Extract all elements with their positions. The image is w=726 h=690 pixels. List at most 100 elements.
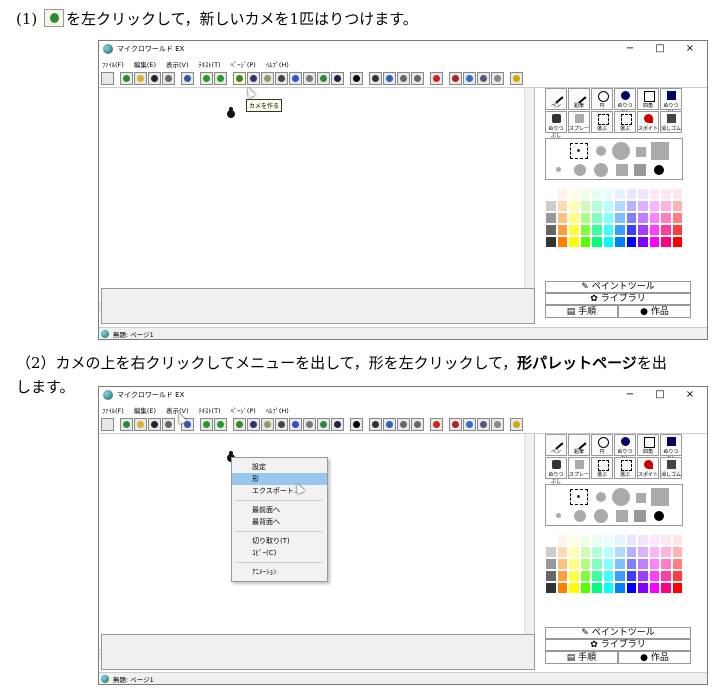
shapes-button[interactable] xyxy=(317,418,330,431)
undo-button[interactable] xyxy=(491,72,504,85)
palette-swatch[interactable] xyxy=(648,188,660,200)
brush-square[interactable] xyxy=(616,164,628,176)
select-arrow-button[interactable] xyxy=(350,418,363,431)
zoom-in-button[interactable] xyxy=(397,418,410,431)
palette-swatch[interactable] xyxy=(671,200,683,212)
menu-item-copy[interactable]: ｺﾋﾟｰ(C) xyxy=(232,547,327,559)
help-button[interactable] xyxy=(510,418,523,431)
menu-help[interactable]: ﾍﾙﾌﾟ(H) xyxy=(266,59,289,69)
palette-swatch[interactable] xyxy=(602,534,614,546)
palette-swatch[interactable] xyxy=(625,200,637,212)
palette-swatch[interactable] xyxy=(602,558,614,570)
menu-text[interactable]: ﾃｷｽﾄ(T) xyxy=(199,59,221,69)
palette-swatch[interactable] xyxy=(637,558,649,570)
button-button[interactable] xyxy=(275,418,288,431)
palette-swatch[interactable] xyxy=(579,558,591,570)
pointer-tool-button[interactable] xyxy=(101,72,114,85)
palette-swatch[interactable] xyxy=(556,212,568,224)
palette-swatch[interactable] xyxy=(545,534,557,546)
drawing-canvas[interactable] xyxy=(99,88,535,313)
palette-swatch[interactable] xyxy=(591,212,603,224)
palette-swatch[interactable] xyxy=(671,558,683,570)
palette-swatch[interactable] xyxy=(637,224,649,236)
tab-works[interactable]: ● 作品 xyxy=(618,651,691,664)
color-palette[interactable] xyxy=(545,534,683,594)
palette-swatch[interactable] xyxy=(660,570,672,582)
palette-swatch[interactable] xyxy=(671,570,683,582)
menu-item-cut[interactable]: 切り取り(T) xyxy=(232,535,327,547)
palette-swatch[interactable] xyxy=(556,582,568,594)
filled-circle-tool[interactable]: ぬりつぶし xyxy=(614,88,636,116)
palette-swatch[interactable] xyxy=(591,558,603,570)
palette-swatch[interactable] xyxy=(591,534,603,546)
button-button[interactable] xyxy=(275,72,288,85)
palette-swatch[interactable] xyxy=(660,582,672,594)
menu-edit[interactable]: 編集(E) xyxy=(134,405,156,415)
palette-swatch[interactable] xyxy=(637,236,649,248)
palette-swatch[interactable] xyxy=(568,570,580,582)
filled-circle-tool[interactable]: ぬりつぶし xyxy=(614,434,636,462)
palette-swatch[interactable] xyxy=(579,200,591,212)
palette-swatch[interactable] xyxy=(602,212,614,224)
palette-swatch[interactable] xyxy=(614,224,626,236)
library-tab-button[interactable]: ✿ ライブラリ xyxy=(545,639,691,651)
palette-swatch[interactable] xyxy=(545,570,557,582)
brush-square[interactable] xyxy=(636,147,646,157)
menu-page[interactable]: ﾍﾟｰｼﾞ(P) xyxy=(231,59,256,69)
brush-dot[interactable] xyxy=(654,165,664,175)
spray-tool[interactable]: スプレー xyxy=(568,111,590,133)
palette-swatch[interactable] xyxy=(614,558,626,570)
palette-swatch[interactable] xyxy=(614,236,626,248)
palette-swatch[interactable] xyxy=(602,236,614,248)
next-page-button[interactable] xyxy=(214,418,227,431)
text-box-button[interactable] xyxy=(247,72,260,85)
minimize-button[interactable]: − xyxy=(615,41,645,57)
brush-dot[interactable] xyxy=(612,142,630,160)
palette-swatch[interactable] xyxy=(660,224,672,236)
palette-swatch[interactable] xyxy=(579,534,591,546)
palette-swatch[interactable] xyxy=(660,236,672,248)
stamp-button[interactable] xyxy=(383,418,396,431)
menu-view[interactable]: 表示(V) xyxy=(166,59,189,69)
brush-dot[interactable] xyxy=(594,163,608,177)
open-button[interactable] xyxy=(134,418,147,431)
brush-dot[interactable] xyxy=(594,509,608,523)
menu-file[interactable]: ﾌｧｲﾙ(F) xyxy=(102,405,124,415)
palette-swatch[interactable] xyxy=(660,546,672,558)
minimize-button[interactable]: − xyxy=(615,387,645,403)
pen-tool[interactable]: ペン xyxy=(545,434,567,456)
circle-tool[interactable]: 円 xyxy=(591,434,613,456)
brush-dot[interactable] xyxy=(556,513,561,518)
palette-swatch[interactable] xyxy=(648,558,660,570)
close-button[interactable]: × xyxy=(675,387,705,403)
palette-swatch[interactable] xyxy=(602,570,614,582)
print-button[interactable] xyxy=(162,418,175,431)
palette-swatch[interactable] xyxy=(637,200,649,212)
brush-square[interactable] xyxy=(636,493,646,503)
palette-swatch[interactable] xyxy=(568,534,580,546)
palette-swatch[interactable] xyxy=(625,582,637,594)
palette-swatch[interactable] xyxy=(556,236,568,248)
palette-swatch[interactable] xyxy=(637,546,649,558)
help-button[interactable] xyxy=(510,72,523,85)
palette-swatch[interactable] xyxy=(671,188,683,200)
palette-swatch[interactable] xyxy=(545,212,557,224)
pages-button[interactable] xyxy=(181,72,194,85)
palette-swatch[interactable] xyxy=(671,212,683,224)
sound-button[interactable] xyxy=(303,72,316,85)
menu-text[interactable]: ﾃｷｽﾄ(T) xyxy=(199,405,221,415)
globe-button[interactable] xyxy=(120,418,133,431)
music-button[interactable] xyxy=(289,418,302,431)
save-button[interactable] xyxy=(148,72,161,85)
close-button[interactable]: × xyxy=(675,41,705,57)
palette-swatch[interactable] xyxy=(648,582,660,594)
select-lasso-tool[interactable]: 選ぶ xyxy=(614,457,636,479)
filled-rect-tool[interactable]: ぬりつぶし xyxy=(660,434,682,462)
palette-swatch[interactable] xyxy=(579,546,591,558)
pen-tool[interactable]: ペン xyxy=(545,88,567,110)
palette-swatch[interactable] xyxy=(637,570,649,582)
palette-swatch[interactable] xyxy=(568,558,580,570)
rect-tool[interactable]: 四角 xyxy=(637,88,659,110)
open-button[interactable] xyxy=(134,72,147,85)
palette-swatch[interactable] xyxy=(625,558,637,570)
